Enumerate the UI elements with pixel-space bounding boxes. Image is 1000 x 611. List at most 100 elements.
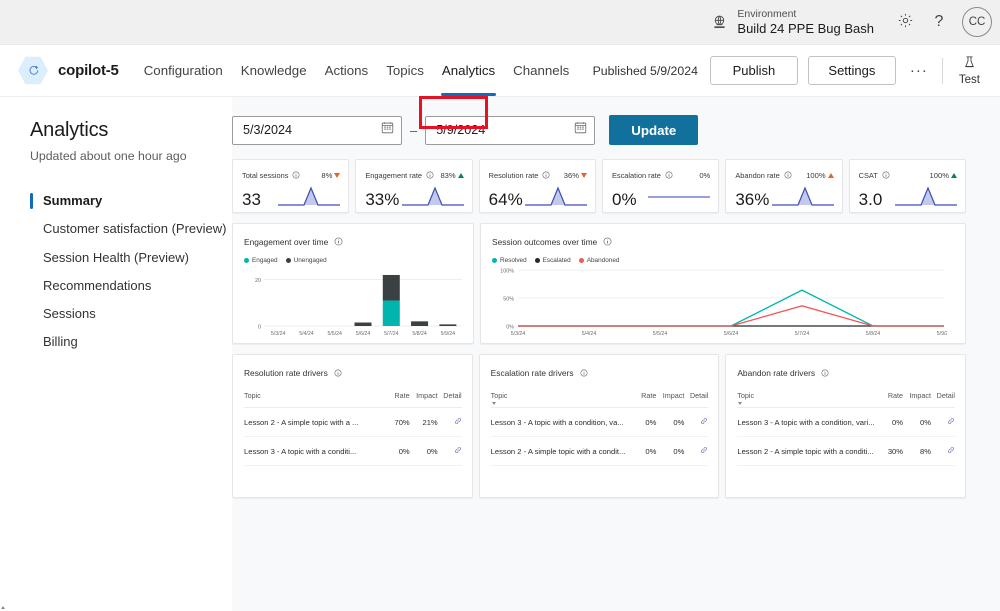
info-icon[interactable] [334,364,342,382]
sidebar-item-sessions[interactable]: Sessions [30,300,232,328]
column-header-impact[interactable]: Impact [903,391,932,408]
info-icon[interactable] [882,166,890,184]
info-icon[interactable] [603,233,612,251]
line-series-resolved[interactable] [518,289,944,327]
table-row[interactable]: Lesson 2 - A simple topic with a conditi… [737,436,956,466]
bar-segment-unengaged[interactable] [354,322,372,326]
start-date-input[interactable]: 5/3/2024 [232,115,402,145]
table-row[interactable]: Lesson 2 - A simple topic with a ... 70% 2… [244,407,462,437]
environment-selector[interactable]: Environment Build 24 PPE Bug Bash [710,8,874,36]
card-header: Session outcomes over time [492,233,955,251]
cell-impact: 0% [656,407,685,437]
info-icon[interactable] [784,166,792,184]
detail-link-icon[interactable] [947,418,955,427]
table-row[interactable]: Lesson 3 - A topic with a condition, var… [737,407,956,437]
end-date-value: 5/9/2024 [436,123,486,137]
settings-gear-button[interactable] [888,5,922,39]
help-button[interactable]: ? [922,5,956,39]
column-header-rate[interactable]: Rate [628,391,657,408]
kpi-card-total-sessions[interactable]: Total sessions 8% 33 [232,159,350,213]
update-button[interactable]: Update [609,115,699,145]
legend-item-resolved[interactable]: Resolved [492,257,527,264]
test-button[interactable]: Test [953,55,986,86]
bar-segment-unengaged[interactable] [382,274,400,301]
analytics-content-pane: 5/3/2024 – 5/9/2024 Update Total session… [1,97,1000,611]
info-icon[interactable] [665,166,673,184]
detail-link-icon[interactable] [700,418,708,427]
tab-configuration[interactable]: Configuration [135,45,232,96]
environment-value: Build 24 PPE Bug Bash [737,20,874,36]
cell-rate: 0% [875,407,904,437]
detail-link-icon[interactable] [454,447,462,456]
copilot-name: copilot-5 [58,62,119,79]
column-header-detail[interactable]: Detail [684,391,709,408]
tab-analytics[interactable]: Analytics [433,45,504,96]
kpi-card-abandon-rate[interactable]: Abandon rate 100% 36% [725,159,843,213]
column-header-impact[interactable]: Impact [656,391,685,408]
end-date-input[interactable]: 5/9/2024 [425,115,596,145]
kpi-card-resolution-rate[interactable]: Resolution rate 36% 64% [478,159,596,213]
sidebar-item-recommendations[interactable]: Recommendations [30,272,232,300]
sidebar-item-customer-satisfaction[interactable]: Customer satisfaction (Preview) [30,215,232,243]
info-icon[interactable] [580,364,588,382]
info-icon[interactable] [334,233,343,251]
table-body: Lesson 2 - A simple topic with a ... 70% 2… [244,407,462,466]
cell-topic: Lesson 2 - A simple topic with a ... [244,407,382,437]
avatar[interactable]: CC [962,7,992,37]
column-header-topic[interactable]: Topic [244,391,382,408]
tab-channels[interactable]: Channels [504,45,578,96]
cell-topic: Lesson 3 - A topic with a conditi... [244,436,382,466]
column-header-topic[interactable]: Topic [737,391,876,408]
page-title: Analytics [30,119,109,141]
sidebar-item-summary[interactable]: Summary [30,187,232,215]
sidebar-item-session-health[interactable]: Session Health (Preview) [30,244,232,272]
table-row[interactable]: Lesson 2 - A simple topic with a condit.… [490,436,709,466]
kpi-card-engagement-rate[interactable]: Engagement rate 83% 33% [355,159,473,213]
legend-item-engaged[interactable]: Engaged [244,257,278,264]
kpi-body: 64% [489,184,587,208]
legend-item-escalated[interactable]: Escalated [534,257,571,264]
x-axis-tick-label: 5/6/24 [724,331,739,337]
chart-legend: Resolved Escalated Abandoned [492,257,955,264]
tab-knowledge[interactable]: Knowledge [232,45,316,96]
kpi-card-csat[interactable]: CSAT 100% 3.0 [848,159,966,213]
kpi-label: Abandon rate [735,170,780,180]
table-row[interactable]: Lesson 3 - A topic with a condition, va.… [490,407,709,437]
publish-button[interactable]: Publish [709,56,798,85]
detail-link-icon[interactable] [454,418,462,427]
settings-button[interactable]: Settings [807,56,896,85]
analytics-left-pane: Analytics Updated about one hour ago Sum… [0,97,232,611]
info-icon[interactable] [292,166,300,184]
bar-segment-unengaged[interactable] [411,321,429,326]
column-header-detail[interactable]: Detail [1,391,462,609]
kpi-value: 0% [611,190,637,209]
legend-item-unengaged[interactable]: Unengaged [285,257,327,264]
kpi-delta: 0% [699,170,711,180]
sparkline [771,186,834,206]
kpi-card-escalation-rate[interactable]: Escalation rate 0% 0% [601,159,720,213]
detail-link-icon[interactable] [700,447,708,456]
tab-topics[interactable]: Topics [377,45,433,96]
info-icon[interactable] [426,166,434,184]
line-series-abandoned[interactable] [518,305,944,327]
info-icon[interactable] [542,166,550,184]
environment-label: Environment [737,7,797,20]
more-options-button[interactable]: ··· [906,57,932,85]
cell-detail [931,407,956,437]
y-axis-tick-label: 100% [500,269,514,275]
sidebar-item-billing[interactable]: Billing [30,328,232,356]
column-header-detail[interactable]: Detail [931,391,956,408]
column-header-rate[interactable]: Rate [875,391,904,408]
detail-link-icon[interactable] [947,447,955,456]
table-row[interactable]: Lesson 3 - A topic with a conditi... 0% 0% [244,436,462,466]
x-axis-tick-label: 5/7/24 [795,331,810,337]
tab-actions[interactable]: Actions [316,45,378,96]
legend-item-abandoned[interactable]: Abandoned [578,257,619,264]
column-header-topic[interactable]: Topic [490,391,629,408]
column-header-impact[interactable]: Impact [409,391,438,408]
bar-segment-engaged[interactable] [382,300,400,326]
column-header-rate[interactable]: Rate [381,391,410,408]
info-icon[interactable] [821,364,829,382]
cell-rate: 0% [381,436,410,466]
bar-segment-unengaged[interactable] [439,324,457,326]
